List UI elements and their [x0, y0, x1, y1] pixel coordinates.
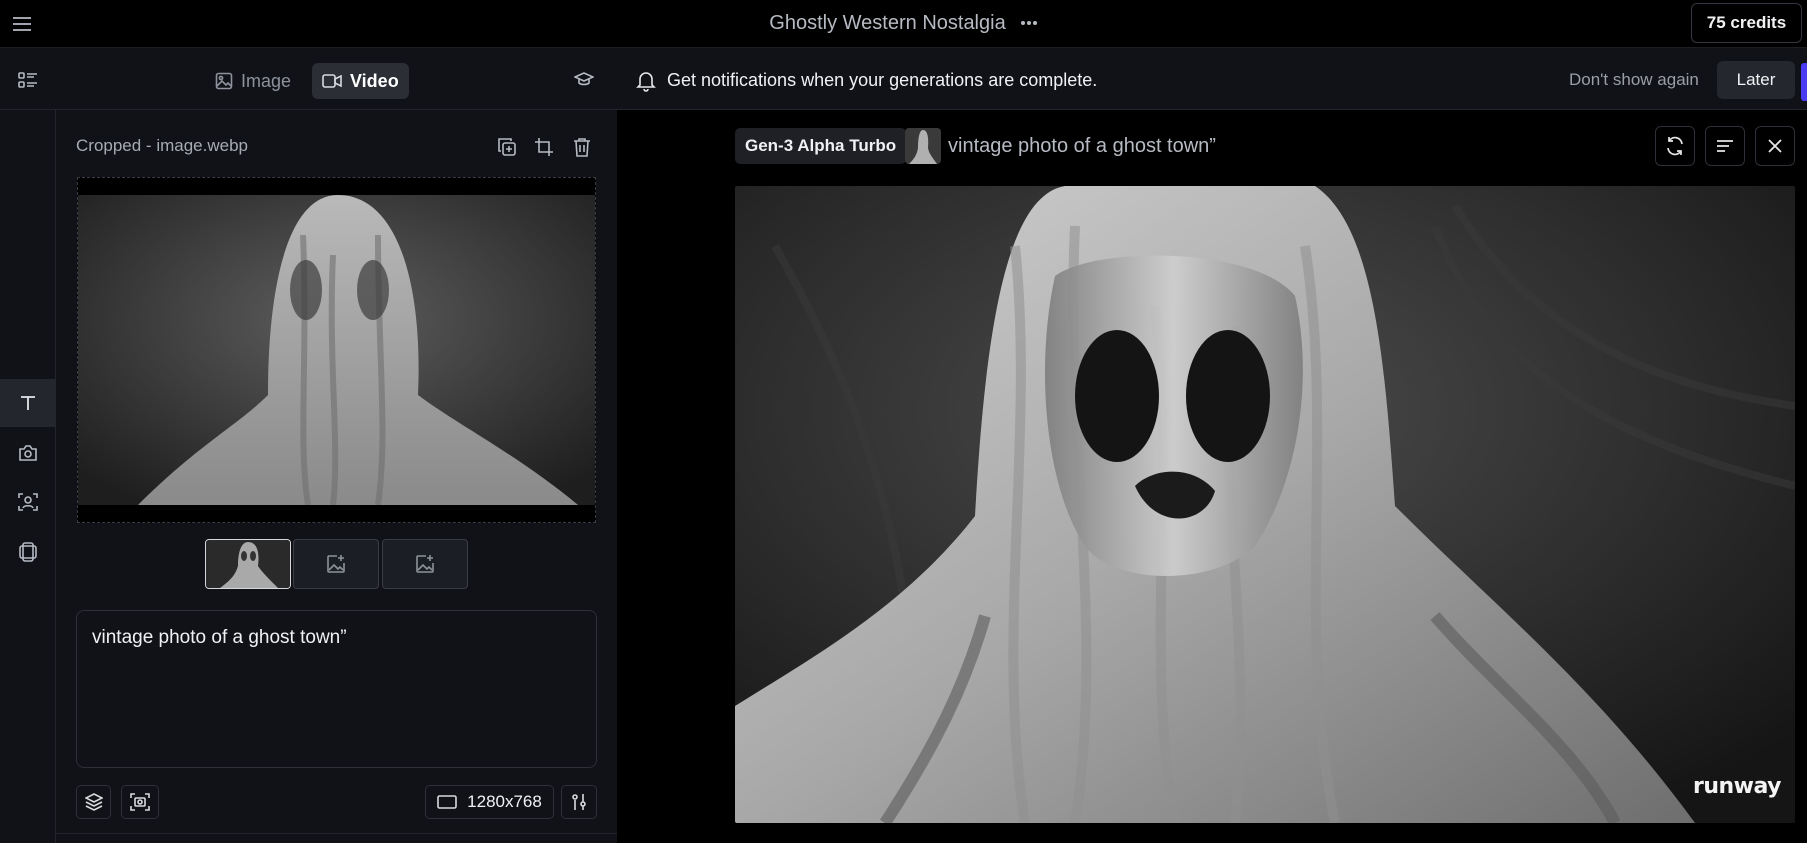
tab-image[interactable]: Image — [205, 63, 301, 99]
panel-divider — [56, 833, 617, 834]
source-thumbnail — [905, 128, 941, 164]
input-image-preview[interactable] — [77, 177, 596, 523]
tab-video-label: Video — [350, 70, 399, 91]
assets-list-icon[interactable] — [0, 56, 56, 104]
image-icon — [215, 72, 233, 90]
details-menu-icon[interactable] — [1705, 126, 1745, 166]
resolution-button[interactable]: 1280x768 — [425, 785, 554, 819]
aspect-ratio-icon — [437, 795, 457, 809]
layers-icon[interactable] — [76, 785, 111, 819]
dont-show-again-button[interactable]: Don't show again — [1569, 70, 1699, 90]
ellipsis-icon[interactable] — [1020, 20, 1038, 26]
file-name: Cropped - image.webp — [76, 136, 248, 155]
text-icon[interactable] — [0, 379, 56, 427]
hamburger-menu-icon[interactable] — [10, 12, 34, 36]
camera-icon[interactable] — [0, 429, 56, 477]
frames-icon[interactable] — [0, 528, 56, 576]
credits-button[interactable]: 75 credits — [1691, 3, 1802, 43]
close-icon[interactable] — [1755, 126, 1795, 166]
ghost-video-frame — [735, 186, 1795, 823]
generated-video[interactable] — [735, 186, 1795, 823]
duplicate-icon[interactable] — [494, 134, 520, 160]
enable-notifications-button[interactable] — [1801, 63, 1807, 101]
runway-watermark: runway — [1693, 774, 1782, 799]
add-image-icon — [327, 555, 345, 573]
thumbnail-first-frame[interactable] — [205, 539, 291, 589]
video-camera-icon — [322, 74, 342, 88]
settings-sliders-icon[interactable] — [561, 785, 597, 819]
add-middle-frame-button[interactable] — [293, 539, 379, 589]
model-badge: Gen-3 Alpha Turbo — [735, 128, 907, 164]
trash-icon[interactable] — [569, 134, 595, 160]
project-title[interactable]: Ghostly Western Nostalgia — [769, 12, 1005, 35]
ghost-image — [78, 195, 595, 505]
face-scan-icon[interactable] — [0, 478, 56, 526]
refresh-icon[interactable] — [1655, 126, 1695, 166]
resolution-label: 1280x768 — [467, 792, 542, 811]
graduation-cap-icon[interactable] — [556, 56, 612, 104]
camera-motion-icon[interactable] — [121, 785, 159, 819]
generation-prompt: vintage photo of a ghost town” — [948, 135, 1216, 157]
notification-text: Get notifications when your generations … — [667, 70, 1098, 90]
tab-video[interactable]: Video — [312, 63, 409, 99]
prompt-input[interactable]: vintage photo of a ghost town” — [76, 610, 597, 768]
bell-icon — [636, 70, 656, 92]
crop-icon[interactable] — [531, 134, 557, 160]
later-button[interactable]: Later — [1717, 61, 1795, 99]
add-image-icon — [416, 555, 434, 573]
add-last-frame-button[interactable] — [382, 539, 468, 589]
tab-image-label: Image — [241, 70, 292, 91]
mode-row — [0, 48, 617, 110]
